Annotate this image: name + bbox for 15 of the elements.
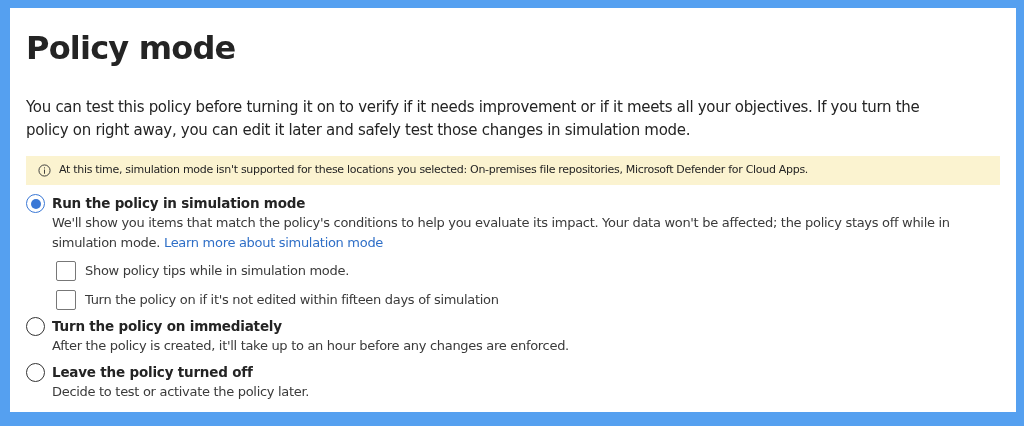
option-description: After the policy is created, it'll take up to an hour before any changes are enforced. [52, 337, 570, 355]
learn-more-link[interactable]: Learn more about simulation mode [163, 235, 384, 250]
checkbox-label: Turn the policy on if it's not edited within fifteen days of simulation [85, 291, 499, 310]
info-icon [38, 164, 51, 177]
option-label[interactable]: Turn the policy on immediately [52, 316, 579, 336]
checkbox[interactable] [56, 290, 76, 310]
option-label[interactable]: Run the policy in simulation mode [52, 193, 1000, 213]
option-description: Decide to test or activate the policy later. [52, 383, 311, 401]
checkbox[interactable] [56, 261, 76, 281]
intro-text: You can test this policy before turning it on to verify if it needs improvement or if it meets all your objectives. If you turn the policy on right away, you can edit it later and safely test those changes in simulation mode. [26, 97, 921, 141]
page-title: Policy mode [26, 28, 237, 68]
notice-text: At this time, simulation mode isn't supported for these locations you selected: On-premises file repositories, Microsoft Defender for Cloud Apps. [59, 162, 808, 179]
option-description: We'll show you items that match the policy's conditions to help you evaluate its impact. Your data won't be affected; the policy stays off while in simulation mode. Learn more about simulation mode [52, 214, 951, 252]
checkbox-label: Show policy tips while in simulation mode. [85, 262, 349, 281]
option-label[interactable]: Leave the policy turned off [52, 362, 320, 382]
